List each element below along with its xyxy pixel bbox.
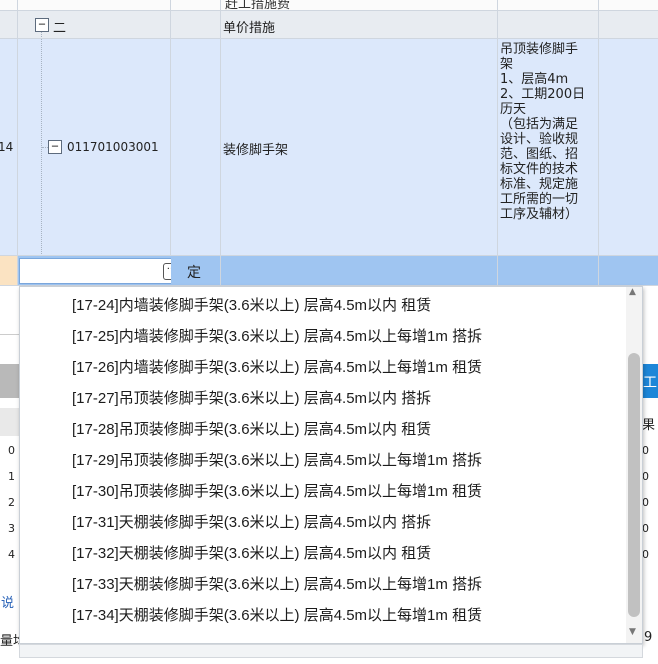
code-input[interactable]: ··· bbox=[19, 258, 171, 284]
list-item[interactable]: [17-24]内墙装修脚手架(3.6米以上) 层高4.5m以内 租赁 bbox=[72, 290, 431, 321]
scroll-down-icon[interactable]: ▼ bbox=[629, 627, 636, 637]
type-label: 定 bbox=[187, 265, 201, 281]
group-number: 二 bbox=[53, 21, 67, 36]
list-item[interactable]: [17-33]天棚装修脚手架(3.6米以上) 层高4.5m以上每增1m 搭拆 bbox=[72, 569, 482, 600]
vertical-scrollbar[interactable]: ▲ ▼ bbox=[626, 287, 642, 643]
list-item[interactable]: [17-30]吊顶装修脚手架(3.6米以上) 层高4.5m以上每增1m 租赁 bbox=[72, 476, 482, 507]
quota-dropdown-list[interactable]: [17-24]内墙装修脚手架(3.6米以上) 层高4.5m以内 租赁 [17-2… bbox=[19, 286, 643, 644]
item-description: 吊顶装修脚手 架 1、层高4m 2、工期200日 历天 （包括为满足 设计、验收… bbox=[500, 42, 586, 222]
list-item[interactable]: [17-26]内墙装修脚手架(3.6米以上) 层高4.5m以上每增1m 租赁 bbox=[72, 352, 482, 383]
table-row-selected[interactable]: 14 − 011701003001 装修脚手架 吊顶装修脚手 架 1、层高4m … bbox=[0, 39, 658, 256]
list-item[interactable]: [17-32]天棚装修脚手架(3.6米以上) 层高4.5m以内 租赁 bbox=[72, 538, 431, 569]
list-item[interactable]: [17-31]天棚装修脚手架(3.6米以上) 层高4.5m以内 搭拆 bbox=[72, 507, 431, 538]
item-code: 011701003001 bbox=[67, 140, 159, 154]
group-row[interactable]: − 二 单价措施 bbox=[0, 11, 658, 39]
list-item[interactable]: [17-29]吊顶装修脚手架(3.6米以上) 层高4.5m以上每增1m 搭拆 bbox=[72, 445, 482, 476]
group-name: 单价措施 bbox=[223, 21, 276, 36]
ellipsis-button[interactable]: ··· bbox=[163, 263, 171, 280]
dropdown-footer bbox=[19, 644, 643, 658]
editing-row[interactable]: ··· 定 bbox=[0, 256, 658, 286]
scroll-thumb[interactable] bbox=[628, 353, 640, 617]
collapse-toggle[interactable]: − bbox=[35, 18, 49, 32]
list-item[interactable]: [17-27]吊顶装修脚手架(3.6米以上) 层高4.5m以内 搭拆 bbox=[72, 383, 431, 414]
list-item[interactable]: [17-25]内墙装修脚手架(3.6米以上) 层高4.5m以上每增1m 搭拆 bbox=[72, 321, 482, 352]
list-item[interactable]: [17-34]天棚装修脚手架(3.6米以上) 层高4.5m以上每增1m 租赁 bbox=[72, 600, 482, 631]
background-panel-left: 0 1 2 3 4 说 量均 bbox=[0, 286, 26, 664]
table-row[interactable]: 赶工措施费 bbox=[0, 0, 658, 11]
item-name: 装修脚手架 bbox=[223, 143, 289, 158]
scroll-up-icon[interactable]: ▲ bbox=[629, 287, 636, 297]
row-title: 赶工措施费 bbox=[225, 0, 291, 11]
measures-grid: 赶工措施费 − 二 单价措施 14 − 011701003001 bbox=[0, 0, 658, 290]
row-number: 14 bbox=[0, 140, 14, 154]
list-item[interactable]: [17-28]吊顶装修脚手架(3.6米以上) 层高4.5m以内 租赁 bbox=[72, 414, 431, 445]
collapse-toggle[interactable]: − bbox=[48, 140, 62, 154]
